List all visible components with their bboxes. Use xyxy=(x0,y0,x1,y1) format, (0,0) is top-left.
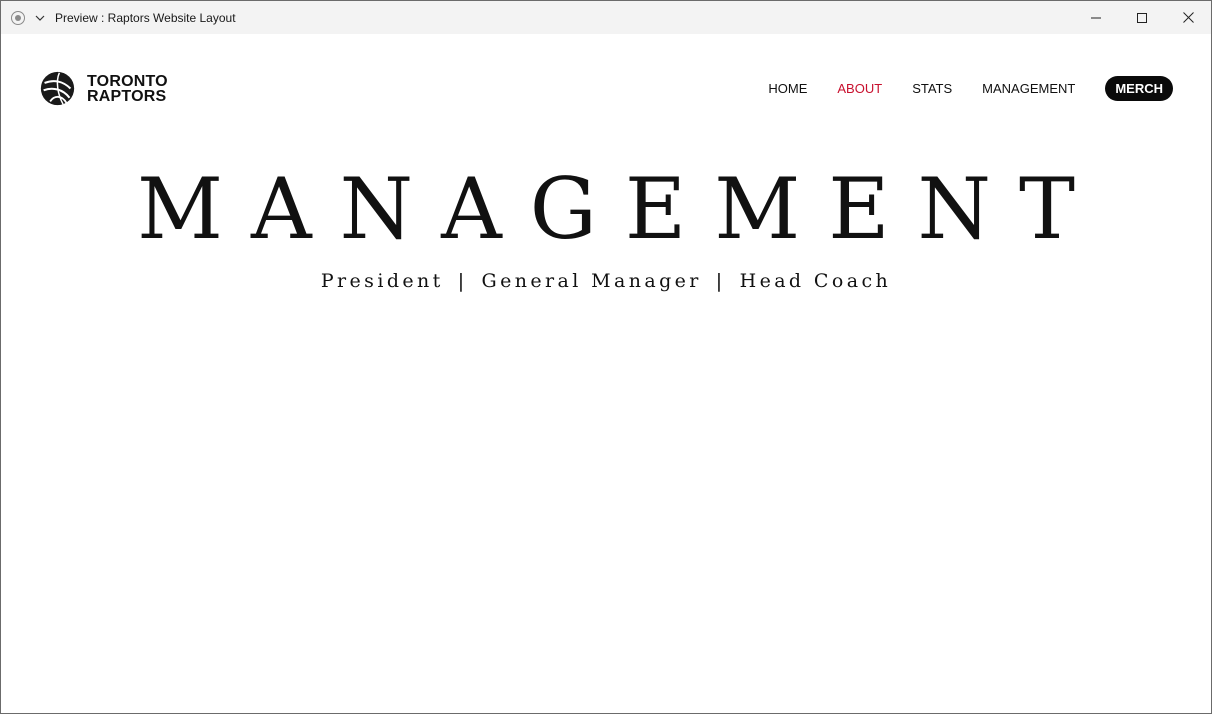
chevron-down-icon[interactable] xyxy=(33,11,47,25)
brand-line-1: TORONTO xyxy=(87,72,168,90)
window-title: Preview : Raptors Website Layout xyxy=(55,10,236,25)
brand-line-2: RAPTORS xyxy=(87,87,167,105)
nav-link-management[interactable]: MANAGEMENT xyxy=(982,81,1075,96)
main-nav: HOME ABOUT STATS MANAGEMENT MERCH xyxy=(768,76,1173,101)
nav-link-stats[interactable]: STATS xyxy=(912,81,952,96)
app-window: Preview : Raptors Website Layout TORONTO… xyxy=(0,0,1212,714)
nav-link-home[interactable]: HOME xyxy=(768,81,807,96)
subtitle-separator: | xyxy=(715,270,726,292)
raptors-basketball-logo-icon xyxy=(40,71,75,106)
subtitle-president: President xyxy=(320,270,444,292)
close-icon[interactable] xyxy=(1165,1,1211,34)
brand-logo[interactable]: TORONTO RAPTORS xyxy=(39,70,168,107)
nav-link-about[interactable]: ABOUT xyxy=(837,81,882,96)
subtitle-separator: | xyxy=(457,270,468,292)
subtitle-general-manager: General Manager xyxy=(481,270,702,292)
window-controls xyxy=(1073,1,1211,34)
title-bar: Preview : Raptors Website Layout xyxy=(1,1,1211,34)
page-subtitle: President | General Manager | Head Coach xyxy=(1,266,1211,296)
subtitle-head-coach: Head Coach xyxy=(739,270,892,292)
record-icon[interactable] xyxy=(11,10,25,25)
maximize-icon[interactable] xyxy=(1119,1,1165,34)
brand-name: TORONTO RAPTORS xyxy=(87,72,168,105)
site-header: TORONTO RAPTORS HOME ABOUT STATS MANAGEM… xyxy=(1,34,1211,144)
merch-button[interactable]: MERCH xyxy=(1105,76,1173,101)
page-title: MANAGEMENT xyxy=(136,160,1104,258)
minimize-icon[interactable] xyxy=(1073,1,1119,34)
